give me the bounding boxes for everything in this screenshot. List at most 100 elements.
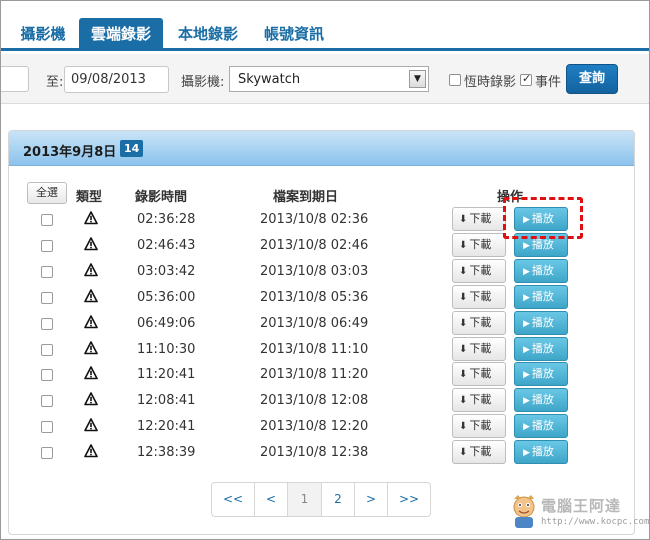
play-button[interactable]: ▶ 播放	[514, 232, 568, 257]
page-last[interactable]: >>	[388, 483, 430, 516]
play-icon: ▶	[523, 292, 530, 303]
table-row: 11:20:41 2013/10/8 11:20 ⬇ 下載 ▶ 播放	[9, 362, 634, 388]
select-all-button[interactable]: 全選	[27, 182, 67, 204]
query-button[interactable]: 查詢	[566, 64, 618, 94]
watermark: 電腦王阿達 http://www.kocpc.com.tw	[509, 489, 649, 535]
row-checkbox[interactable]	[41, 369, 53, 382]
download-icon: ⬇	[459, 343, 468, 355]
download-label: 下載	[469, 263, 492, 277]
download-button[interactable]: ⬇ 下載	[452, 232, 506, 257]
download-button[interactable]: ⬇ 下載	[452, 284, 506, 309]
play-icon: ▶	[523, 240, 530, 251]
download-button[interactable]: ⬇ 下載	[452, 310, 506, 335]
play-icon: ▶	[523, 448, 530, 459]
play-button[interactable]: ▶ 播放	[514, 388, 568, 413]
scheduled-recording-label: 恆時錄影	[464, 75, 517, 90]
download-icon: ⬇	[459, 291, 468, 303]
header-record-time: 錄影時間	[135, 190, 188, 205]
download-button[interactable]: ⬇ 下載	[452, 440, 506, 465]
page-2[interactable]: 2	[322, 483, 355, 516]
play-label: 播放	[531, 341, 554, 355]
warning-icon	[84, 340, 98, 354]
to-date-input[interactable]	[64, 66, 169, 93]
panel-header: 2013年9月8日 14	[9, 131, 634, 166]
row-checkbox[interactable]	[41, 265, 53, 278]
header-type: 類型	[76, 190, 103, 205]
download-icon: ⬇	[459, 369, 468, 381]
table-row: 12:38:39 2013/10/8 12:38 ⬇ 下載 ▶ 播放	[9, 440, 634, 466]
table-row: 03:03:42 2013/10/8 03:03 ⬇ 下載 ▶ 播放	[9, 258, 634, 285]
camera-select[interactable]: Skywatch ▼	[229, 66, 429, 92]
download-label: 下載	[469, 315, 492, 329]
expiry-date: 2013/10/8 12:38	[260, 445, 369, 461]
play-label: 播放	[531, 212, 554, 225]
download-label: 下載	[469, 445, 492, 459]
warning-icon	[84, 237, 98, 251]
table-row: 05:36:00 2013/10/8 05:36 ⬇ 下載 ▶ 播放	[9, 284, 634, 311]
expiry-date: 2013/10/8 05:36	[260, 289, 369, 305]
header-actions: 操作	[497, 190, 524, 205]
tab-cameras[interactable]: 攝影機	[13, 18, 73, 51]
download-button[interactable]: ⬇ 下載	[452, 388, 506, 413]
camera-label: 攝影機:	[181, 75, 225, 90]
row-checkbox[interactable]	[41, 291, 53, 304]
event-label: 事件	[535, 75, 562, 90]
row-checkbox[interactable]	[41, 447, 53, 460]
download-button[interactable]: ⬇ 下載	[452, 207, 506, 231]
chevron-down-icon[interactable]: ▼	[409, 70, 426, 88]
play-icon: ▶	[523, 318, 530, 329]
record-time: 12:20:41	[137, 419, 196, 435]
panel-date-title: 2013年9月8日	[23, 145, 117, 160]
download-label: 下載	[469, 289, 492, 303]
filter-bar: 至: 攝影機: Skywatch ▼ 恆時錄影 事件 查詢	[1, 54, 649, 104]
row-checkbox[interactable]	[41, 214, 53, 226]
tab-local-recording[interactable]: 本地錄影	[171, 18, 245, 51]
play-button[interactable]: ▶ 播放	[514, 310, 568, 335]
row-checkbox[interactable]	[41, 395, 53, 408]
table-row: 02:36:28 2013/10/8 02:36 ⬇ 下載 ▶ 播放	[9, 207, 634, 233]
download-icon: ⬇	[459, 395, 468, 407]
play-button[interactable]: ▶ 播放	[514, 336, 568, 361]
play-label: 播放	[531, 367, 554, 381]
download-button[interactable]: ⬇ 下載	[452, 258, 506, 283]
play-button[interactable]: ▶ 播放	[514, 207, 568, 231]
page-1[interactable]: 1	[288, 483, 322, 516]
play-button[interactable]: ▶ 播放	[514, 414, 568, 439]
row-checkbox[interactable]	[41, 239, 53, 252]
play-button[interactable]: ▶ 播放	[514, 362, 568, 387]
page-next[interactable]: >	[355, 483, 388, 516]
table-row: 12:08:41 2013/10/8 12:08 ⬇ 下載 ▶ 播放	[9, 388, 634, 414]
play-button[interactable]: ▶ 播放	[514, 258, 568, 283]
camera-select-value: Skywatch	[238, 72, 301, 87]
recordings-panel: 2013年9月8日 14 全選 類型 錄影時間 檔案到期日 操作 02:36:2…	[8, 130, 635, 535]
download-button[interactable]: ⬇ 下載	[452, 414, 506, 439]
recording-count-badge: 14	[120, 140, 144, 157]
play-button[interactable]: ▶ 播放	[514, 284, 568, 309]
row-checkbox[interactable]	[41, 317, 53, 330]
download-icon: ⬇	[459, 447, 468, 459]
play-button[interactable]: ▶ 播放	[514, 440, 568, 465]
play-icon: ▶	[523, 370, 530, 381]
page-prev[interactable]: <	[255, 483, 288, 516]
tab-cloud-recording[interactable]: 雲端錄影	[79, 18, 163, 51]
row-checkbox[interactable]	[41, 343, 53, 356]
download-label: 下載	[469, 341, 492, 355]
mascot-icon	[513, 495, 535, 528]
pagination: << < 1 2 > >>	[211, 482, 431, 517]
event-checkbox[interactable]	[520, 72, 532, 86]
download-icon: ⬇	[459, 317, 468, 329]
warning-icon	[84, 211, 98, 225]
page-first[interactable]: <<	[212, 483, 255, 516]
from-date-input[interactable]	[1, 66, 29, 92]
tab-account-info[interactable]: 帳號資訊	[255, 18, 333, 51]
record-time: 03:03:42	[137, 263, 196, 279]
download-button[interactable]: ⬇ 下載	[452, 362, 506, 387]
download-button[interactable]: ⬇ 下載	[452, 336, 506, 361]
record-time: 02:46:43	[137, 237, 196, 253]
download-icon: ⬇	[459, 214, 468, 225]
row-checkbox[interactable]	[41, 421, 53, 434]
scheduled-recording-checkbox[interactable]	[449, 74, 461, 86]
warning-icon	[84, 392, 98, 406]
play-label: 播放	[531, 393, 554, 407]
download-label: 下載	[469, 393, 492, 407]
